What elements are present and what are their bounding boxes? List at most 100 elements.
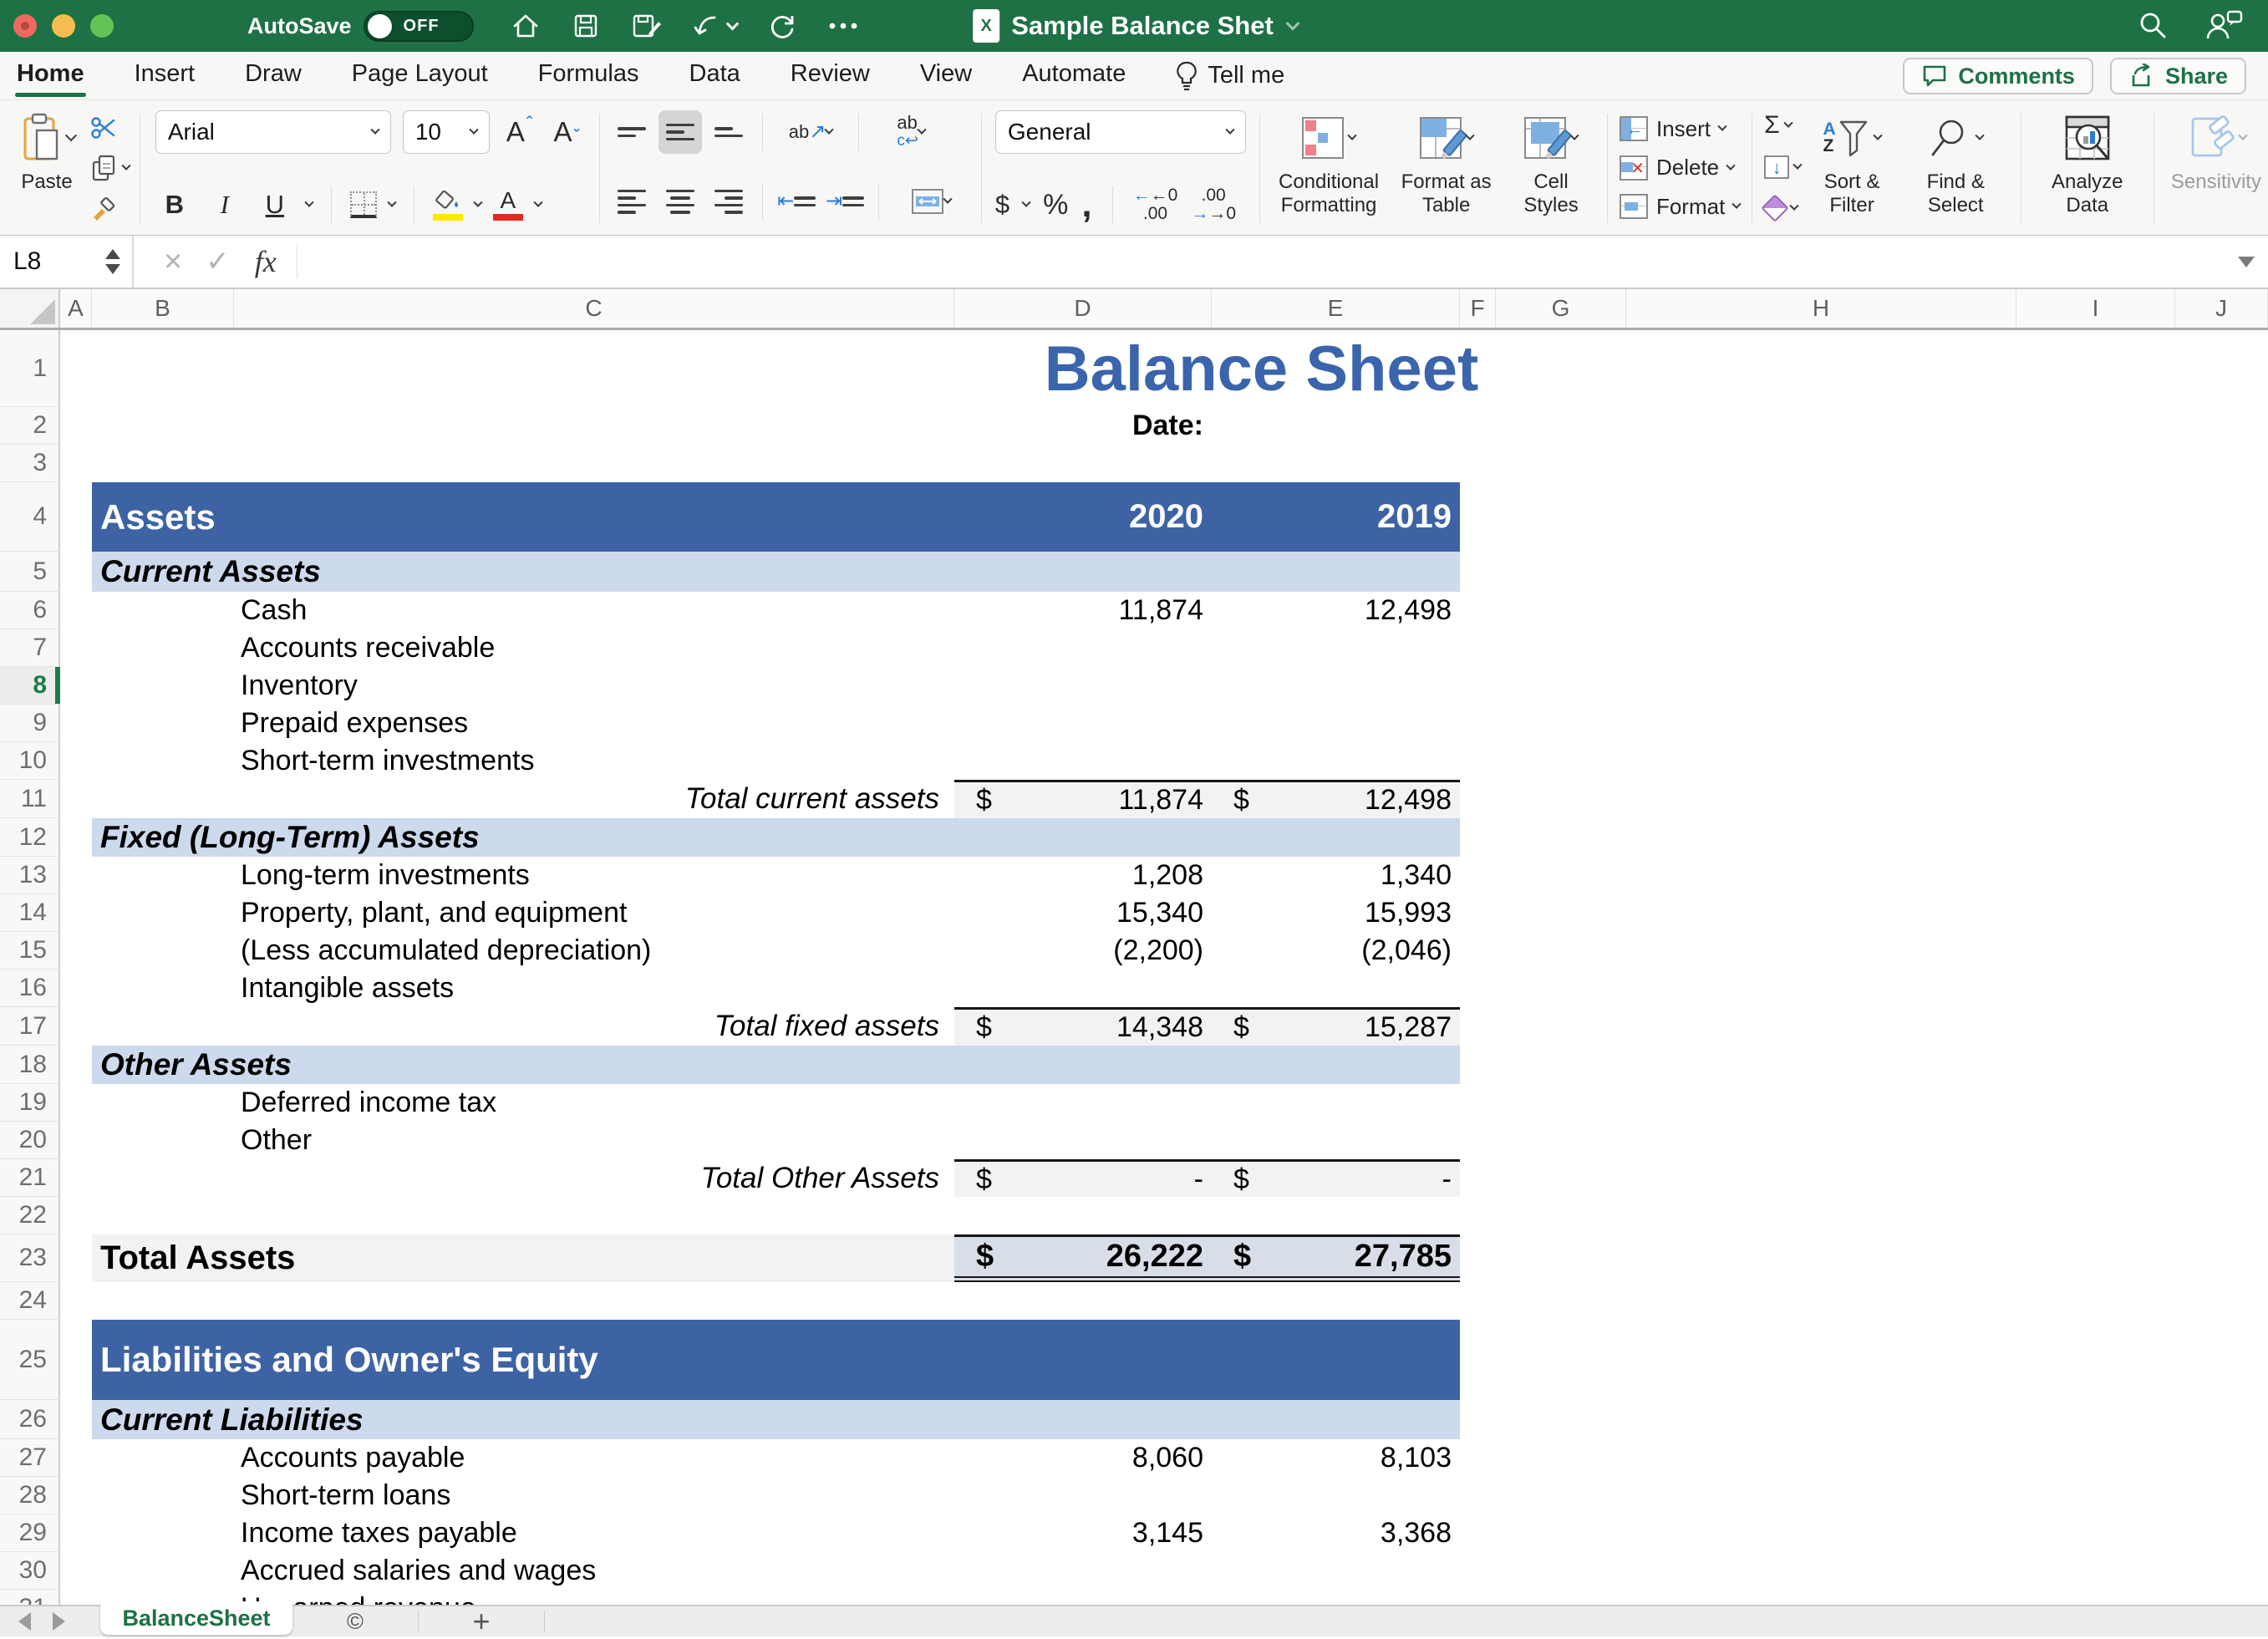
row-header-15[interactable]: 15: [0, 932, 60, 970]
row-header-1[interactable]: 1: [0, 330, 60, 407]
format-painter-button[interactable]: [90, 191, 130, 223]
conditional-formatting-button[interactable]: Conditional Formatting: [1270, 109, 1388, 228]
copy-button[interactable]: [90, 152, 130, 184]
cancel-entry-icon[interactable]: ×: [164, 244, 182, 280]
autosave-control[interactable]: AutoSave OFF: [247, 11, 474, 42]
cell-C28[interactable]: Short-term loans: [234, 1477, 954, 1514]
row-header-24[interactable]: 24: [0, 1282, 60, 1320]
row-header-25[interactable]: 25: [0, 1320, 60, 1400]
liabilities-header-band[interactable]: Liabilities and Owner's Equity: [92, 1320, 1460, 1400]
row-header-23[interactable]: 23: [0, 1234, 60, 1282]
cell-C13[interactable]: Long-term investments: [234, 857, 954, 894]
cell-C19[interactable]: Deferred income tax: [234, 1084, 954, 1122]
cell-D13[interactable]: 1,208: [954, 857, 1212, 894]
cell-B23[interactable]: Total Assets: [92, 1234, 954, 1282]
row-header-16[interactable]: 16: [0, 970, 60, 1007]
cell-D14[interactable]: 15,340: [954, 894, 1212, 932]
percent-format-button[interactable]: %: [1043, 189, 1068, 221]
more-commands-icon[interactable]: [827, 21, 859, 31]
cell-C20[interactable]: Other: [234, 1122, 954, 1159]
column-header-F[interactable]: F: [1460, 289, 1496, 328]
save-icon[interactable]: [571, 11, 601, 41]
row-header-17[interactable]: 17: [0, 1007, 60, 1046]
ribbon-tab-home[interactable]: Home: [15, 51, 86, 99]
cell-C9[interactable]: Prepaid expenses: [234, 705, 954, 742]
name-box[interactable]: L8: [0, 236, 134, 288]
cell-C15[interactable]: (Less accumulated depreciation): [234, 932, 954, 970]
section-band-12[interactable]: Fixed (Long-Term) Assets: [92, 818, 1460, 857]
italic-button[interactable]: I: [206, 190, 244, 220]
stepper-down-icon[interactable]: [105, 264, 120, 274]
font-color-chevron[interactable]: [533, 198, 542, 207]
bold-button[interactable]: B: [155, 190, 194, 220]
align-top-button[interactable]: [610, 110, 653, 154]
paste-dropdown-chevron[interactable]: [65, 130, 77, 141]
cell-E13[interactable]: 1,340: [1212, 857, 1460, 894]
row-header-14[interactable]: 14: [0, 894, 60, 932]
align-center-button[interactable]: [659, 180, 702, 223]
add-sheet-button[interactable]: +: [419, 1604, 544, 1639]
assets-header-band[interactable]: Assets20202019: [92, 482, 1460, 552]
align-left-button[interactable]: [610, 180, 653, 223]
clear-button[interactable]: [1764, 191, 1801, 225]
undo-icon[interactable]: [693, 11, 737, 41]
increase-indent-button[interactable]: ⇥: [823, 180, 867, 223]
row-header-19[interactable]: 19: [0, 1084, 60, 1122]
cell-E29[interactable]: 3,368: [1212, 1514, 1460, 1552]
ribbon-tab-formulas[interactable]: Formulas: [536, 51, 641, 99]
find-select-button[interactable]: Find & Select: [1901, 109, 2011, 228]
row-header-8[interactable]: 8: [0, 667, 60, 705]
align-middle-button[interactable]: [659, 110, 702, 154]
cell-C27[interactable]: Accounts payable: [234, 1439, 954, 1477]
column-header-E[interactable]: E: [1212, 289, 1460, 328]
column-header-G[interactable]: G: [1496, 289, 1626, 328]
next-sheet-arrow[interactable]: [53, 1612, 65, 1631]
sheet-tab-active[interactable]: BalanceSheet: [100, 1601, 292, 1635]
decrease-indent-button[interactable]: ⇤: [775, 180, 818, 223]
search-icon[interactable]: [2136, 9, 2169, 43]
redo-icon[interactable]: [767, 11, 797, 41]
fill-down-button[interactable]: [1764, 150, 1801, 184]
ribbon-tab-insert[interactable]: Insert: [133, 51, 197, 99]
cell-D27[interactable]: 8,060: [954, 1439, 1212, 1477]
home-icon[interactable]: [511, 11, 541, 41]
confirm-entry-icon[interactable]: ✓: [206, 245, 230, 278]
row-header-18[interactable]: 18: [0, 1046, 60, 1084]
cell-C7[interactable]: Accounts receivable: [234, 629, 954, 667]
underline-dropdown-chevron[interactable]: [304, 198, 313, 207]
decrease-font-size-button[interactable]: Aˆ: [549, 116, 585, 148]
cell-C8[interactable]: Inventory: [234, 667, 954, 705]
section-band-26[interactable]: Current Liabilities: [92, 1400, 1460, 1439]
accounting-format-chevron[interactable]: [1021, 198, 1030, 207]
format-cells-button[interactable]: Format: [1620, 188, 1740, 225]
decrease-decimal-button[interactable]: .00→→0: [1191, 186, 1236, 223]
insert-function-icon[interactable]: fx: [255, 244, 277, 279]
prev-sheet-arrow[interactable]: [18, 1612, 31, 1631]
format-as-table-button[interactable]: Format as Table: [1387, 109, 1505, 228]
minimize-window-button[interactable]: [52, 14, 75, 38]
column-header-C[interactable]: C: [234, 289, 954, 328]
number-format-select[interactable]: General: [995, 110, 1246, 154]
sort-filter-button[interactable]: AZ Sort & Filter: [1803, 109, 1901, 228]
row-header-11[interactable]: 11: [0, 780, 60, 818]
borders-dropdown-chevron[interactable]: [387, 198, 396, 207]
copy-dropdown-chevron[interactable]: [121, 160, 130, 170]
row-header-27[interactable]: 27: [0, 1439, 60, 1477]
cell-C6[interactable]: Cash: [234, 592, 954, 629]
ribbon-tab-page-layout[interactable]: Page Layout: [350, 51, 490, 99]
ribbon-tab-view[interactable]: View: [918, 51, 974, 99]
align-right-button[interactable]: [707, 180, 750, 223]
ribbon-tab-review[interactable]: Review: [789, 51, 872, 99]
formula-bar-expand-chevron[interactable]: [2238, 257, 2255, 267]
row-header-7[interactable]: 7: [0, 629, 60, 667]
sheet-tab-secondary[interactable]: ©: [292, 1609, 418, 1635]
row-header-5[interactable]: 5: [0, 552, 60, 592]
row-header-12[interactable]: 12: [0, 818, 60, 857]
font-size-select[interactable]: 10: [403, 110, 490, 154]
cut-button[interactable]: [90, 112, 130, 144]
insert-cells-button[interactable]: ← Insert: [1620, 110, 1740, 147]
tell-me-control[interactable]: Tell me: [1174, 60, 1284, 92]
autosum-button[interactable]: Σ: [1764, 109, 1801, 142]
column-header-A[interactable]: A: [60, 289, 92, 328]
row-header-30[interactable]: 30: [0, 1552, 60, 1590]
